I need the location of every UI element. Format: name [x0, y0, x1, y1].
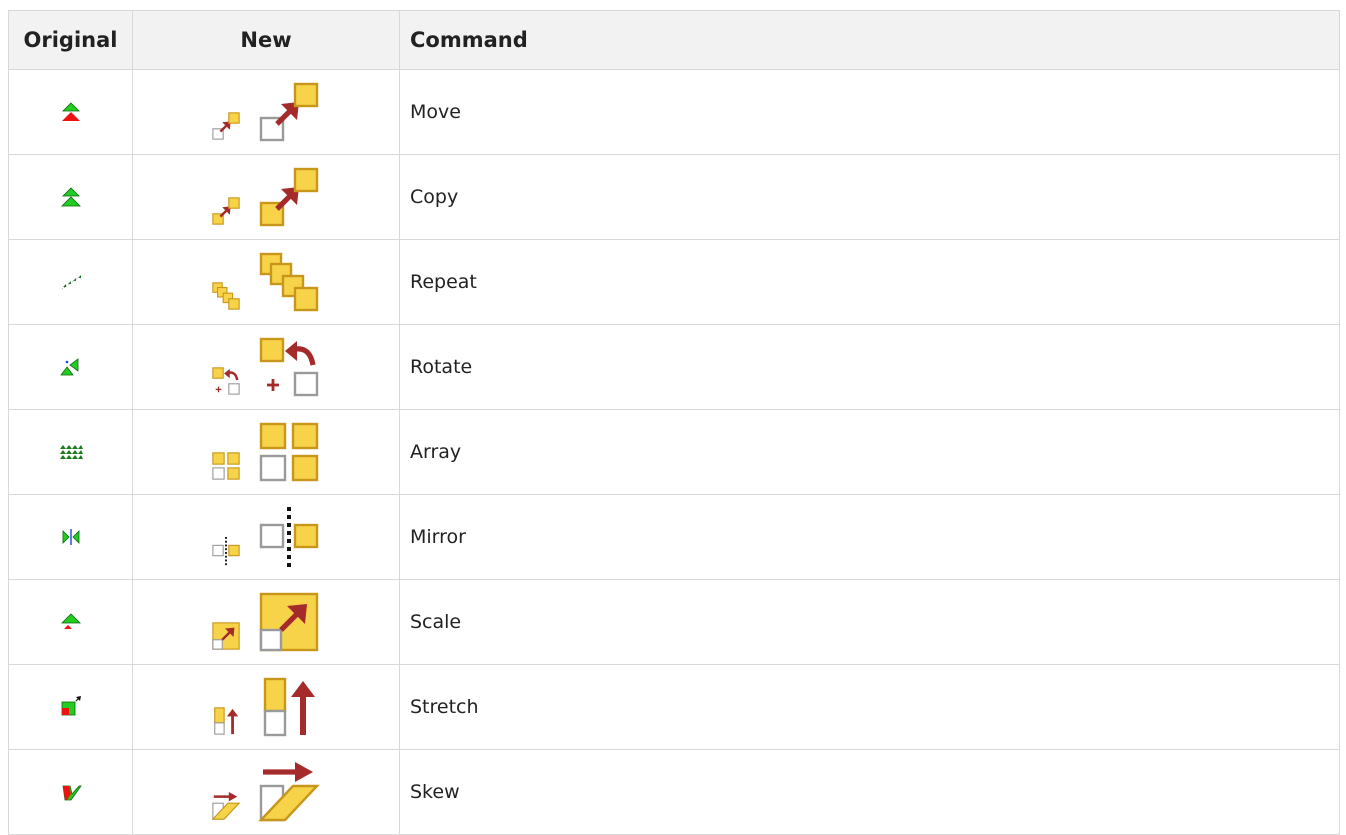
table-row: Array	[8, 409, 1340, 495]
table-row: Copy	[8, 154, 1340, 240]
copy-original-icon	[59, 185, 83, 209]
table-header-row: Original New Command	[8, 10, 1340, 70]
stretch-new-icon	[201, 672, 331, 742]
command-name: Stretch	[399, 664, 1340, 750]
table-row: Mirror	[8, 494, 1340, 580]
command-name: Repeat	[399, 239, 1340, 325]
command-name: Array	[399, 409, 1340, 495]
header-new: New	[132, 10, 400, 70]
rotate-original-icon	[59, 355, 83, 379]
command-name: Skew	[399, 749, 1340, 835]
table-row: Stretch	[8, 664, 1340, 750]
skew-new-icon	[201, 757, 331, 827]
stretch-original-icon	[59, 695, 83, 719]
command-table-container: Original New Command Move Copy Repeat Ro…	[8, 10, 1340, 835]
mirror-new-icon	[201, 502, 331, 572]
table-row: Scale	[8, 579, 1340, 665]
table-row: Rotate	[8, 324, 1340, 410]
table-row: Repeat	[8, 239, 1340, 325]
table-row: Skew	[8, 749, 1340, 835]
repeat-original-icon	[59, 270, 83, 294]
header-command: Command	[399, 10, 1340, 70]
mirror-original-icon	[59, 525, 83, 549]
move-original-icon	[59, 100, 83, 124]
command-name: Move	[399, 69, 1340, 155]
repeat-new-icon	[201, 247, 331, 317]
command-name: Rotate	[399, 324, 1340, 410]
skew-original-icon	[59, 780, 83, 804]
scale-original-icon	[59, 610, 83, 634]
array-original-icon	[59, 440, 83, 464]
command-name: Copy	[399, 154, 1340, 240]
scale-new-icon	[201, 587, 331, 657]
command-icon-table: Original New Command Move Copy Repeat Ro…	[8, 10, 1340, 835]
move-new-icon	[201, 77, 331, 147]
copy-new-icon	[201, 162, 331, 232]
command-name: Scale	[399, 579, 1340, 665]
array-new-icon	[201, 417, 331, 487]
command-name: Mirror	[399, 494, 1340, 580]
rotate-new-icon	[201, 332, 331, 402]
header-original: Original	[8, 10, 133, 70]
table-row: Move	[8, 69, 1340, 155]
